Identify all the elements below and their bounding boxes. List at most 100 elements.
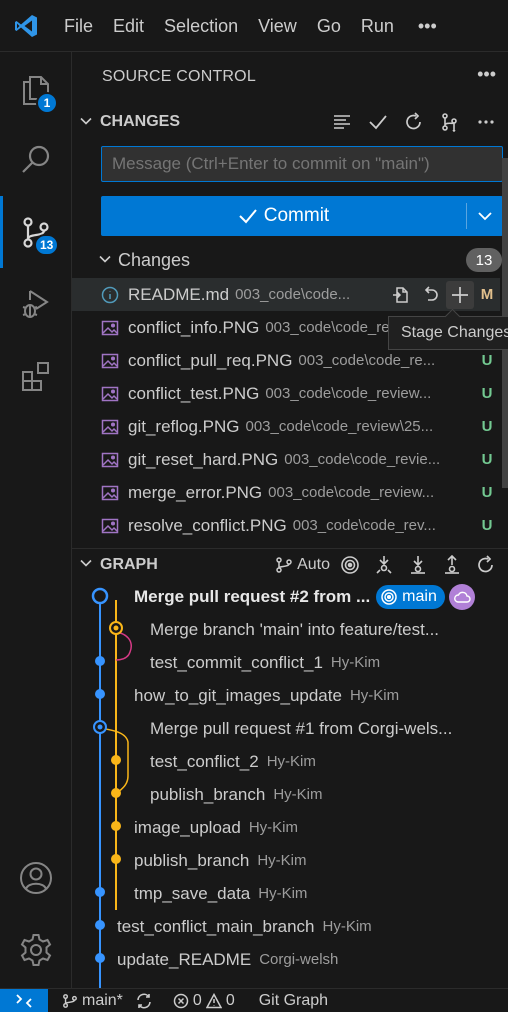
commit-row[interactable]: publish_branch Hy-Kim bbox=[72, 778, 508, 811]
extensions-icon bbox=[22, 362, 49, 391]
stage-changes-tooltip: Stage Changes bbox=[388, 316, 508, 350]
commit-row[interactable]: test_conflict_main_branch Hy-Kim bbox=[72, 910, 508, 943]
target-icon bbox=[341, 556, 359, 574]
file-row[interactable]: git_reset_hard.PNG 003_code\code_revie...… bbox=[72, 443, 500, 476]
open-file-button[interactable] bbox=[386, 281, 414, 309]
run-debug-icon bbox=[22, 290, 49, 318]
file-name: conflict_test.PNG bbox=[128, 383, 260, 403]
activity-accounts[interactable] bbox=[0, 842, 72, 914]
sync-button[interactable] bbox=[129, 989, 159, 1012]
fetch-icon bbox=[376, 556, 392, 574]
commit-row[interactable]: Merge pull request #1 from Corgi-wels... bbox=[72, 712, 508, 745]
source-control-badge: 13 bbox=[34, 234, 60, 256]
commit-message: Merge branch 'main' into feature/test... bbox=[150, 619, 440, 639]
image-file-icon bbox=[101, 418, 119, 436]
commit-row[interactable]: test_commit_conflict_1 Hy-Kim bbox=[72, 646, 508, 679]
view-graph-button[interactable] bbox=[436, 108, 464, 136]
error-count: 0 bbox=[192, 991, 202, 1009]
branch-status[interactable]: main* bbox=[56, 989, 129, 1012]
file-name: README.md bbox=[128, 284, 230, 304]
file-status: U bbox=[481, 517, 493, 534]
graph-refresh-button[interactable] bbox=[472, 551, 500, 579]
changes-section-label: CHANGES bbox=[100, 113, 181, 130]
git-graph-status-button[interactable]: Git Graph bbox=[253, 989, 334, 1012]
file-row[interactable]: merge_error.PNG 003_code\code_review... U bbox=[72, 476, 500, 509]
info-file-icon bbox=[101, 286, 119, 304]
view-as-tree-button[interactable] bbox=[328, 108, 356, 136]
plus-icon bbox=[452, 286, 468, 303]
commit-author: Hy-Kim bbox=[258, 885, 308, 902]
file-row[interactable]: resolve_conflict.PNG 003_code\code_rev...… bbox=[72, 509, 500, 542]
changes-group-header[interactable]: Changes 13 bbox=[72, 244, 508, 276]
menu-view[interactable]: View bbox=[248, 0, 307, 52]
image-file-icon bbox=[101, 385, 119, 403]
menu-selection[interactable]: Selection bbox=[154, 0, 248, 52]
file-name: resolve_conflict.PNG bbox=[128, 515, 287, 535]
activity-source-control[interactable]: 13 bbox=[0, 196, 72, 268]
activity-manage[interactable] bbox=[0, 914, 72, 986]
commit-row[interactable]: update_README Corgi-welsh bbox=[72, 943, 508, 976]
discard-icon bbox=[424, 285, 438, 301]
commit-row[interactable]: image_upload Hy-Kim bbox=[72, 811, 508, 844]
commit-row[interactable]: Merge branch 'main' into feature/test... bbox=[72, 613, 508, 646]
menu-edit[interactable]: Edit bbox=[103, 0, 154, 52]
commit-row[interactable]: test_conflict_2 Hy-Kim bbox=[72, 745, 508, 778]
changes-section-header[interactable]: CHANGES bbox=[72, 106, 508, 138]
pull-button[interactable] bbox=[404, 551, 432, 579]
activity-extensions[interactable] bbox=[0, 340, 72, 412]
discard-changes-button[interactable] bbox=[416, 281, 444, 309]
activity-explorer[interactable]: 1 bbox=[0, 54, 72, 126]
changes-more-button[interactable] bbox=[472, 108, 500, 136]
error-icon bbox=[173, 993, 189, 1008]
push-button[interactable] bbox=[438, 551, 466, 579]
warning-icon bbox=[205, 992, 222, 1008]
file-name: git_reflog.PNG bbox=[128, 416, 240, 436]
sidebar-title: SOURCE CONTROL bbox=[102, 68, 256, 85]
menu-more-button[interactable]: ••• bbox=[404, 0, 447, 52]
file-status: U bbox=[481, 451, 493, 468]
refresh-button[interactable] bbox=[400, 108, 428, 136]
commit-message: image_upload bbox=[134, 817, 241, 837]
activity-search[interactable] bbox=[0, 124, 72, 196]
file-row[interactable]: README.md 003_code\code... M bbox=[72, 278, 500, 311]
commit-message-input[interactable] bbox=[101, 146, 503, 182]
graph-section-header[interactable]: GRAPH Auto bbox=[72, 548, 508, 580]
commit-author: Hy-Kim bbox=[330, 654, 381, 671]
commit-row[interactable]: tmp_save_data Hy-Kim bbox=[72, 877, 508, 910]
problems-status[interactable]: 0 0 bbox=[167, 989, 241, 1012]
image-file-icon bbox=[101, 451, 119, 469]
file-status: M bbox=[480, 286, 494, 303]
chevron-down-icon bbox=[478, 212, 492, 221]
menu-file[interactable]: File bbox=[52, 0, 103, 52]
search-icon bbox=[22, 145, 50, 173]
file-row[interactable]: git_reflog.PNG 003_code\code_review\25...… bbox=[72, 410, 500, 443]
graph-auto-button[interactable]: Auto bbox=[275, 551, 330, 579]
file-name: git_reset_hard.PNG bbox=[128, 449, 279, 469]
file-path: 003_code\code_re... bbox=[298, 352, 436, 369]
commit-row[interactable]: Merge pull request #2 from ... main bbox=[72, 580, 508, 613]
branch-icon bbox=[276, 557, 292, 573]
fetch-button[interactable] bbox=[370, 551, 398, 579]
stage-changes-button[interactable] bbox=[446, 280, 474, 309]
menu-go[interactable]: Go bbox=[307, 0, 351, 52]
menu-run[interactable]: Run bbox=[351, 0, 404, 52]
file-status: U bbox=[481, 484, 493, 501]
commit-dropdown-button[interactable] bbox=[467, 196, 503, 236]
commit-message: how_to_git_images_update bbox=[134, 685, 342, 705]
file-row[interactable]: conflict_test.PNG 003_code\code_review...… bbox=[72, 377, 500, 410]
commit-row[interactable]: publish_branch Hy-Kim bbox=[72, 844, 508, 877]
branch-ref-label: main bbox=[402, 587, 437, 605]
commit-check-button[interactable] bbox=[364, 108, 392, 136]
remote-indicator[interactable] bbox=[0, 988, 48, 1012]
activity-run-debug[interactable] bbox=[0, 268, 72, 340]
commit-button[interactable]: Commit bbox=[101, 196, 466, 236]
sidebar-more-button[interactable]: ••• bbox=[477, 64, 496, 85]
push-icon bbox=[445, 555, 459, 574]
source-control-sidebar: SOURCE CONTROL ••• CHANGES Message (Ctrl… bbox=[72, 52, 508, 988]
title-bar: File Edit Selection View Go Run ••• bbox=[0, 0, 508, 52]
file-name: merge_error.PNG bbox=[128, 482, 263, 502]
cloud-icon bbox=[448, 583, 475, 610]
graph-target-button[interactable] bbox=[336, 551, 364, 579]
branch-ref-badge: main bbox=[376, 584, 445, 609]
commit-row[interactable]: how_to_git_images_update Hy-Kim bbox=[72, 679, 508, 712]
